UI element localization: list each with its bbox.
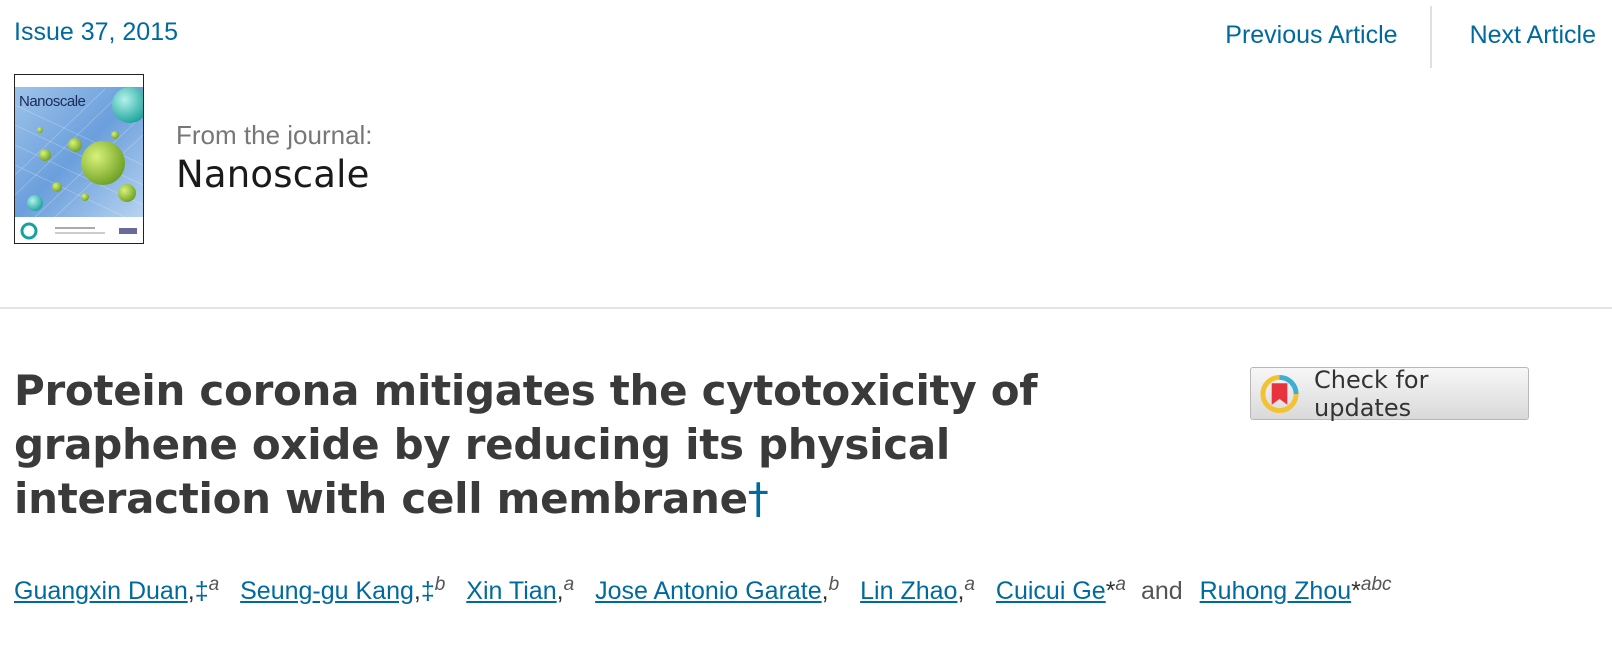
section-divider	[0, 307, 1612, 309]
author-item: Ruhong Zhou*abc	[1200, 574, 1392, 605]
article-title-text: Protein corona mitigates the cytotoxicit…	[14, 366, 1038, 523]
author-item: Guangxin Duan,‡a	[14, 574, 220, 605]
author-item: Lin Zhao,a	[860, 574, 975, 605]
crossmark-icon	[1260, 374, 1299, 413]
from-journal-label: From the journal:	[176, 120, 373, 150]
author-link[interactable]: Ruhong Zhou	[1200, 577, 1352, 605]
author-affiliation: b	[828, 574, 840, 595]
title-footnote-dagger[interactable]: †	[748, 474, 769, 523]
author-link[interactable]: Cuicui Ge	[996, 577, 1106, 605]
author-equal-contribution-mark: ‡	[194, 577, 209, 605]
cover-journal-title: Nanoscale	[19, 93, 86, 110]
corresponding-author-mark: *	[1351, 577, 1361, 605]
author-item: Xin Tian,a	[466, 574, 575, 605]
author-link[interactable]: Xin Tian	[466, 577, 556, 605]
author-affiliation: a	[1115, 574, 1126, 595]
author-affiliation: a	[208, 574, 220, 595]
author-link[interactable]: Seung-gu Kang	[240, 577, 414, 605]
previous-article-link[interactable]: Previous Article	[1225, 21, 1429, 50]
check-for-updates-label: Check for updates	[1314, 365, 1429, 422]
article-navigation: Previous Article Next Article	[1225, 6, 1612, 68]
next-article-link[interactable]: Next Article	[1432, 21, 1612, 50]
author-link[interactable]: Jose Antonio Garate	[595, 577, 822, 605]
author-affiliation: b	[434, 574, 446, 595]
author-affiliation: abc	[1360, 574, 1392, 595]
issue-link[interactable]: Issue 37, 2015	[14, 18, 178, 47]
author-item: Cuicui Ge*a	[996, 574, 1126, 605]
author-affiliation: a	[964, 574, 975, 595]
author-item: Seung-gu Kang,‡b	[240, 574, 446, 605]
authors-conjunction: and	[1140, 577, 1183, 605]
author-item: Jose Antonio Garate,b	[595, 574, 840, 605]
check-for-updates-button[interactable]: Check for updates	[1250, 365, 1529, 422]
journal-name[interactable]: Nanoscale	[176, 153, 373, 196]
author-equal-contribution-mark: ‡	[420, 577, 435, 605]
author-list: Guangxin Duan,‡a Seung-gu Kang,‡b Xin Ti…	[14, 574, 1392, 606]
corresponding-author-mark: *	[1105, 577, 1116, 605]
article-title: Protein corona mitigates the cytotoxicit…	[14, 364, 1194, 526]
author-link[interactable]: Guangxin Duan	[14, 577, 188, 605]
author-affiliation: a	[563, 574, 575, 595]
journal-cover-image[interactable]: Nanoscale	[14, 74, 144, 244]
author-link[interactable]: Lin Zhao	[860, 577, 957, 605]
journal-info: From the journal: Nanoscale	[176, 120, 373, 196]
